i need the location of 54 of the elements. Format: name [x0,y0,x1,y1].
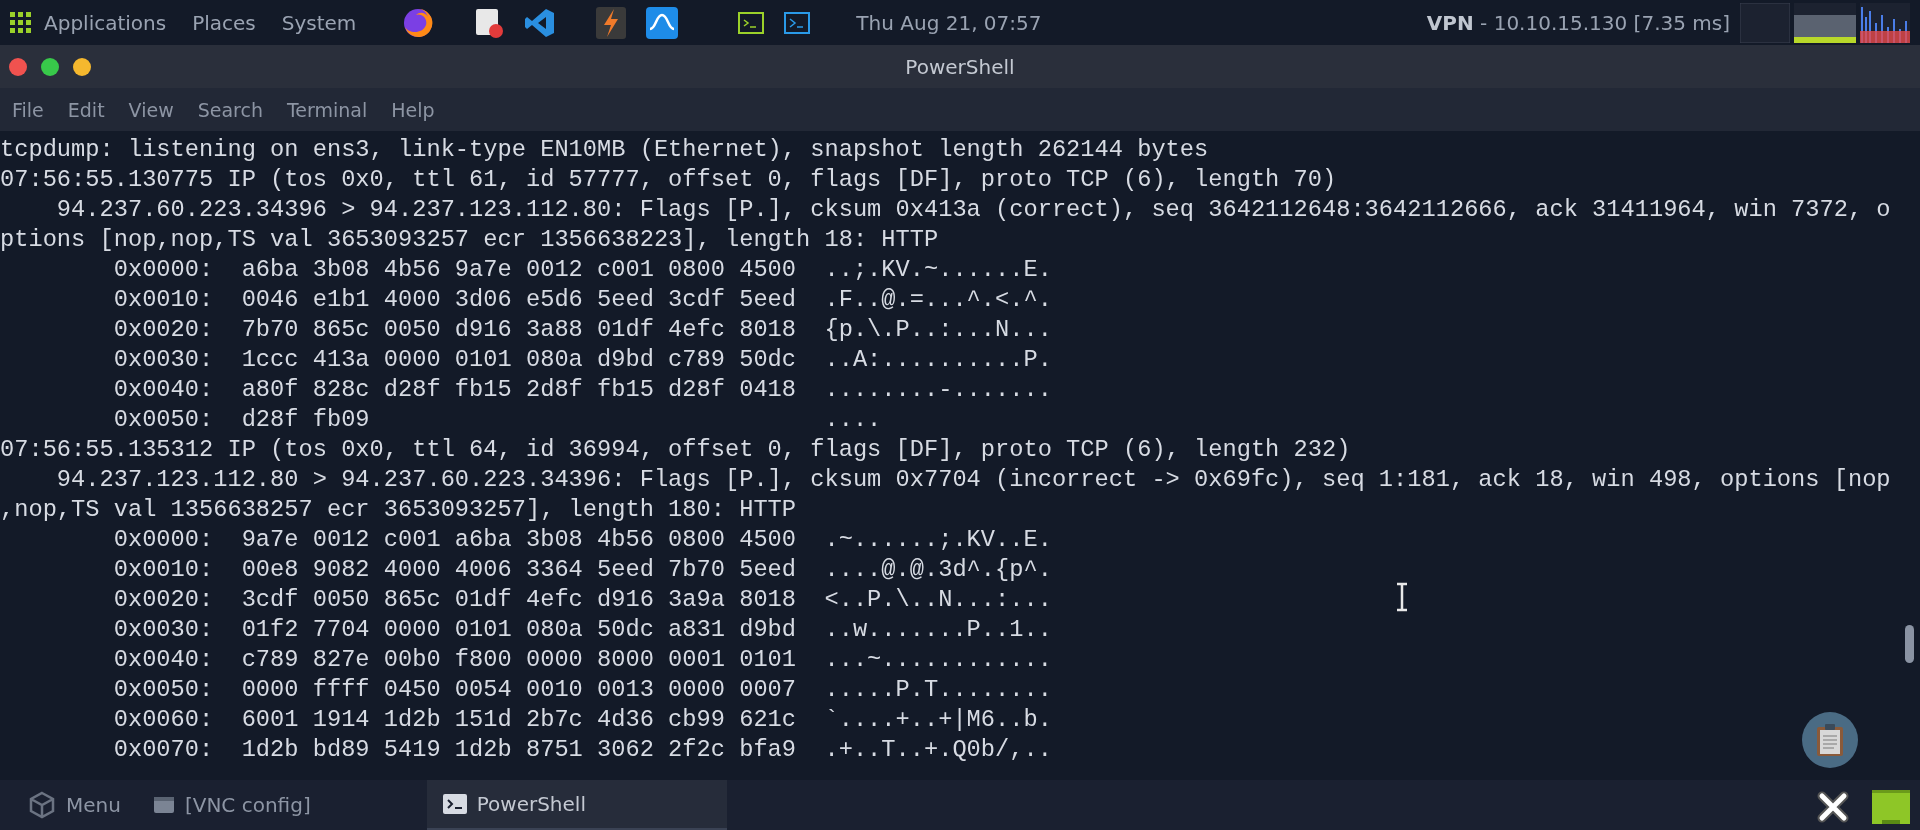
terminal-icon [442,794,467,814]
panel-menu[interactable]: System [281,10,357,35]
lightning-icon[interactable] [596,6,627,39]
terminal-line: ,nop,TS val 1356638257 ecr 3653093257], length 180: HTTP [0,495,797,525]
cube-icon [28,791,56,819]
menubar-label[interactable]: Help [391,98,435,121]
terminal-line: 0x0070: 1d2b bd89 5419 1d2b 8751 3062 2f2c bfa9 .+..T..+.Q0b/,.. [112,735,1052,765]
terminal-line: 0x0030: 1ccc 413a 0000 0101 080a d9bd c789 50dc ..A:..........P. [112,345,1052,375]
text-cursor-icon [1396,582,1408,612]
taskbar-item[interactable]: [VNC config] [136,780,327,830]
clock: Thu Aug 21, 07:57 [856,10,1042,35]
code-editor-icon[interactable] [524,6,557,39]
terminal-line: 0x0040: c789 827e 00b0 f800 0000 8000 0001 0101 ...~............ [112,645,1052,675]
terminal-line: 0x0060: 6001 1914 1d2b 151d 2b7c 4d36 cb99 621c `....+..+|M6..b. [112,705,1052,735]
terminal-line: 0x0010: 00e8 9082 4000 4006 3364 5eed 7b70 5eed ....@.@.3d^.{p^. [112,555,1052,585]
terminal-line: 0x0050: d28f fb09 .... [112,405,882,435]
close-icon[interactable] [1816,790,1850,824]
vpn-status: VPN - 10.10.15.130 [7.35 ms] [1426,10,1730,35]
panel-menu[interactable]: Places [192,10,256,35]
menubar-label[interactable]: Edit [67,98,105,121]
terminal-line: 94.237.123.112.80 > 94.237.60.223.34396: Flags [P.], cksum 0x7704 (incorrect -> 0x69fc), seq 1:181, ack 18, win 498, options [nop [55,465,1891,495]
waveform-icon[interactable] [646,6,679,39]
app-grid-icon[interactable] [10,11,32,34]
menubar-label[interactable]: Search [197,98,263,121]
panel-menu[interactable]: Applications [44,10,167,35]
terminal-line: 07:56:55.135312 IP (tos 0x0, ttl 64, id 36994, offset 0, flags [DF], proto TCP (6), length 232) [0,435,1351,465]
terminal-line: 0x0000: a6ba 3b08 4b56 9a7e 0012 c001 0800 4500 ..;.KV.~......E. [112,255,1052,285]
scrollbar-thumb[interactable] [1905,625,1914,663]
window-icon [152,796,175,814]
browser-icon[interactable] [402,6,435,39]
terminal-line: 0x0020: 7b70 865c 0050 d916 3a88 01df 4efc 8018 {p.\.P..:...N... [112,315,1052,345]
menubar-label[interactable]: Terminal [286,98,368,121]
terminal-icon[interactable] [738,11,765,34]
terminal-line: tcpdump: listening on ens3, link-type EN10MB (Ethernet), snapshot length 262144 bytes [0,135,1209,165]
maximize-button[interactable] [40,56,60,77]
terminal-line: 0x0000: 9a7e 0012 c001 a6ba 3b08 4b56 0800 4500 .~......;.KV..E. [112,525,1052,555]
menubar-label[interactable]: File [12,98,44,121]
terminal-line: 0x0040: a80f 828c d28f fb15 2d8f fb15 d28f 0418 ........-....... [112,375,1052,405]
window-title: PowerShell [905,54,1015,79]
taskbar-item[interactable]: Menu [12,780,137,830]
taskbar-item[interactable]: PowerShell [426,780,727,830]
shell-icon[interactable] [784,11,811,34]
minimize-button[interactable] [72,56,92,77]
terminal-line: 94.237.60.223.34396 > 94.237.123.112.80: Flags [P.], cksum 0x413a (correct), seq 3642112648:3642112666, ack 31411964, win 7372, o [55,195,1891,225]
clipboard-icon [1816,723,1844,757]
terminal-line: 0x0020: 3cdf 0050 865c 01df 4efc d916 3a9a 8018 <..P.\..N...:... [112,585,1052,615]
menubar-label[interactable]: View [128,98,174,121]
terminal-line: 0x0030: 01f2 7704 0000 0101 080a 50dc a831 d9bd ..w.......P..1.. [112,615,1052,645]
document-icon[interactable] [474,6,505,39]
close-button[interactable] [8,56,28,77]
terminal-line: ptions [nop,nop,TS val 3653093257 ecr 1356638223], length 18: HTTP [0,225,939,255]
terminal-line: 07:56:55.130775 IP (tos 0x0, ttl 61, id 57777, offset 0, flags [DF], proto TCP (6), length 70) [0,165,1337,195]
terminal-line: 0x0050: 0000 ffff 0450 0054 0010 0013 0000 0007 .....P.T........ [112,675,1052,705]
terminal-line: 0x0010: 0046 e1b1 4000 3d06 e5d6 5eed 3cdf 5eed .F..@.=...^.<.^. [112,285,1052,315]
